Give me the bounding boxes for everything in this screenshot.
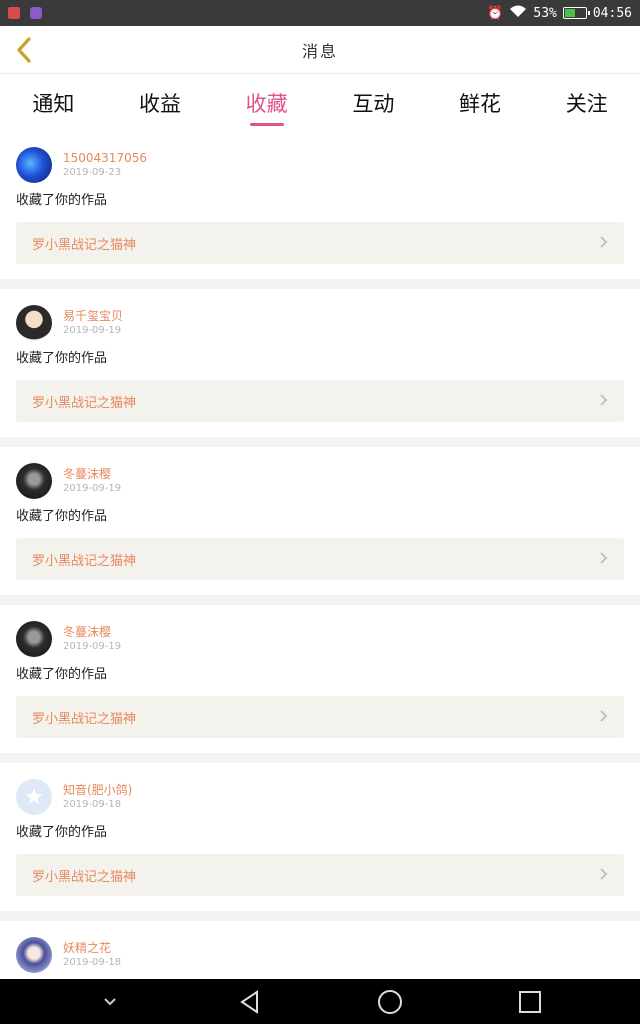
item-header: 易千玺宝贝 2019-09-19 <box>16 303 624 343</box>
recents-square-icon <box>519 990 541 1013</box>
battery-icon <box>562 7 590 19</box>
home-circle-icon <box>378 989 402 1014</box>
wifi-icon <box>509 5 527 22</box>
work-title: 罗小黑战记之猫神 <box>32 553 137 569</box>
user-name[interactable]: 妖精之花 <box>63 940 121 956</box>
user-name[interactable]: 冬蔓沫樱 <box>63 466 121 482</box>
action-text: 收藏了你的作品 <box>16 193 108 208</box>
tab-label: 互动 <box>352 92 395 116</box>
action-text: 收藏了你的作品 <box>16 509 108 524</box>
star-icon: ★ <box>24 784 44 810</box>
chevron-right-icon <box>599 392 608 411</box>
tab-4[interactable]: 鲜花 <box>427 75 534 131</box>
work-link[interactable]: 罗小黑战记之猫神 <box>16 380 624 422</box>
status-bar: ⏰ 53% 04:56 <box>0 0 640 26</box>
chevron-down-icon <box>104 997 116 1005</box>
work-link[interactable]: 罗小黑战记之猫神 <box>16 696 624 738</box>
item-header: ★ 知音(肥小鸽) 2019-09-18 <box>16 777 624 817</box>
user-name[interactable]: 知音(肥小鸽) <box>63 782 132 798</box>
favorite-item: 易千玺宝贝 2019-09-19 收藏了你的作品 罗小黑战记之猫神 <box>0 289 640 437</box>
item-header: 冬蔓沫樱 2019-09-19 <box>16 619 624 659</box>
item-date: 2019-09-18 <box>63 799 122 810</box>
work-title: 罗小黑战记之猫神 <box>32 237 137 253</box>
nav-recents-button[interactable] <box>510 982 550 1022</box>
work-link[interactable]: 罗小黑战记之猫神 <box>16 538 624 580</box>
avatar[interactable] <box>16 621 52 657</box>
item-meta: 冬蔓沫樱 2019-09-19 <box>63 466 121 496</box>
system-nav-bar <box>0 979 640 1024</box>
item-header: 冬蔓沫樱 2019-09-19 <box>16 461 624 501</box>
app-notification-icon-2 <box>30 7 42 19</box>
item-date: 2019-09-19 <box>63 641 122 652</box>
tab-3[interactable]: 互动 <box>320 75 427 131</box>
action-text: 收藏了你的作品 <box>16 825 108 840</box>
tab-label: 鲜花 <box>459 92 502 116</box>
favorite-item: ★ 知音(肥小鸽) 2019-09-18 收藏了你的作品 罗小黑战记之猫神 <box>0 763 640 911</box>
item-meta: 易千玺宝贝 2019-09-19 <box>63 308 123 338</box>
nav-back-button[interactable] <box>230 982 270 1022</box>
work-title: 罗小黑战记之猫神 <box>32 869 137 885</box>
back-button[interactable] <box>8 32 40 68</box>
tab-label: 通知 <box>32 92 75 116</box>
action-text: 收藏了你的作品 <box>16 351 108 366</box>
tab-bar: 通知 收益 收藏 互动 鲜花 关注 <box>0 75 640 131</box>
favorites-list: 15004317056 2019-09-23 收藏了你的作品 罗小黑战记之猫神 … <box>0 131 640 979</box>
nav-home-button[interactable] <box>370 982 410 1022</box>
item-date: 2019-09-19 <box>63 325 122 336</box>
back-triangle-icon <box>240 989 258 1014</box>
page-title: 消息 <box>301 41 338 61</box>
work-link[interactable]: 罗小黑战记之猫神 <box>16 854 624 896</box>
avatar[interactable] <box>16 147 52 183</box>
title-bar: 消息 <box>0 26 640 74</box>
app-notification-icon <box>8 7 20 19</box>
user-name[interactable]: 冬蔓沫樱 <box>63 624 121 640</box>
chevron-right-icon <box>599 234 608 253</box>
tab-label: 收益 <box>139 92 181 116</box>
clock: 04:56 <box>592 5 632 21</box>
tab-1[interactable]: 收益 <box>107 75 214 131</box>
chevron-right-icon <box>599 708 608 727</box>
status-notifications <box>8 7 42 19</box>
favorite-item: 15004317056 2019-09-23 收藏了你的作品 罗小黑战记之猫神 <box>0 131 640 279</box>
avatar[interactable] <box>16 305 52 341</box>
work-title: 罗小黑战记之猫神 <box>32 711 137 727</box>
alarm-icon: ⏰ <box>487 5 504 21</box>
action-text: 收藏了你的作品 <box>16 667 108 682</box>
user-name[interactable]: 15004317056 <box>63 150 147 166</box>
user-name[interactable]: 易千玺宝贝 <box>63 308 123 324</box>
tab-2[interactable]: 收藏 <box>213 75 320 131</box>
battery-percent: 53% <box>533 5 557 21</box>
item-meta: 15004317056 2019-09-23 <box>63 150 147 180</box>
tab-0[interactable]: 通知 <box>0 75 107 131</box>
favorite-item: 妖精之花 2019-09-18 收藏了你的作品 罗小黑战记之猫神 <box>0 921 640 979</box>
item-meta: 冬蔓沫樱 2019-09-19 <box>63 624 121 654</box>
tab-label: 收藏 <box>245 92 288 116</box>
avatar[interactable]: ★ <box>16 779 52 815</box>
item-date: 2019-09-19 <box>63 483 122 494</box>
chevron-left-icon <box>17 37 31 63</box>
work-title: 罗小黑战记之猫神 <box>32 395 137 411</box>
active-tab-indicator <box>249 123 284 126</box>
favorite-item: 冬蔓沫樱 2019-09-19 收藏了你的作品 罗小黑战记之猫神 <box>0 447 640 595</box>
work-link[interactable]: 罗小黑战记之猫神 <box>16 222 624 264</box>
chevron-right-icon <box>599 550 608 569</box>
tab-5[interactable]: 关注 <box>533 75 640 131</box>
item-header: 15004317056 2019-09-23 <box>16 145 624 185</box>
status-right: ⏰ 53% 04:56 <box>487 5 632 22</box>
item-date: 2019-09-18 <box>63 957 122 968</box>
nav-hide-button[interactable] <box>90 982 130 1022</box>
tab-label: 关注 <box>565 92 608 116</box>
avatar[interactable] <box>16 463 52 499</box>
favorite-item: 冬蔓沫樱 2019-09-19 收藏了你的作品 罗小黑战记之猫神 <box>0 605 640 753</box>
item-meta: 妖精之花 2019-09-18 <box>63 940 121 970</box>
item-meta: 知音(肥小鸽) 2019-09-18 <box>63 782 132 812</box>
item-header: 妖精之花 2019-09-18 <box>16 935 624 975</box>
chevron-right-icon <box>599 866 608 885</box>
avatar[interactable] <box>16 937 52 973</box>
item-date: 2019-09-23 <box>63 167 122 178</box>
